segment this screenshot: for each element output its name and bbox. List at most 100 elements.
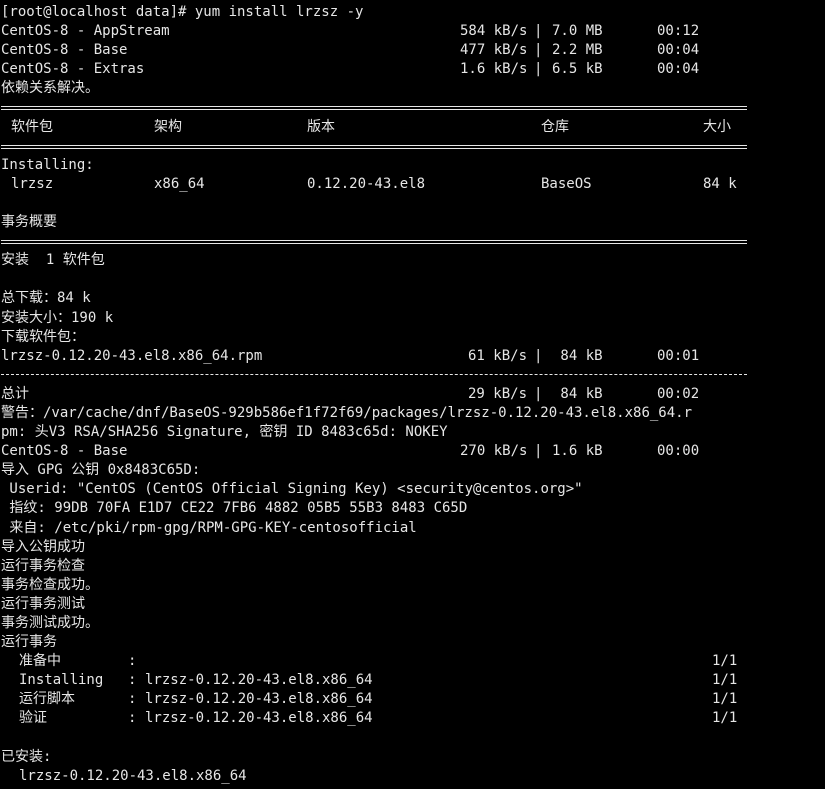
step-package: lrzsz-0.12.20-43.el8.x86_64 — [145, 672, 373, 689]
fingerprint-line: 指纹: 99DB 70FA E1D7 CE22 7FB6 4882 05B5 5… — [0, 499, 825, 518]
repo-speed: 584 kB/s — [460, 23, 528, 40]
total-row: 总计 29 kB/s | 84 kB 00:02 — [0, 385, 825, 404]
repo-name: CentOS-8 - Extras — [1, 61, 145, 78]
from-line: 来自: /etc/pki/rpm-gpg/RPM-GPG-KEY-centoso… — [0, 519, 825, 538]
total-label: 总计 — [1, 385, 29, 402]
package-row: lrzsz x86_64 0.12.20-43.el8 BaseOS 84 k — [0, 175, 825, 194]
package-repo: BaseOS — [541, 175, 592, 192]
step-progress: 1/1 — [712, 672, 738, 689]
gpg-import: 导入 GPG 公钥 0x8483C65D: — [1, 462, 201, 479]
step-package: lrzsz-0.12.20-43.el8.x86_64 — [145, 710, 373, 727]
status-text: 运行事务 — [1, 634, 57, 651]
deps-resolved-line: 依赖关系解决。 — [0, 79, 825, 98]
repo-size: 7.0 MB — [552, 23, 603, 40]
installed-package-line: lrzsz-0.12.20-43.el8.x86_64 — [0, 767, 825, 786]
table-header-row: 软件包 架构 版本 仓库 大小 — [0, 118, 825, 137]
header-package: 软件包 — [11, 118, 53, 135]
header-arch: 架构 — [154, 118, 182, 135]
fingerprint: 指纹: 99DB 70FA E1D7 CE22 7FB6 4882 05B5 5… — [1, 500, 468, 517]
step-row: 准备中 : 1/1 — [0, 652, 825, 671]
dashed-rule-line — [0, 366, 825, 385]
header-version: 版本 — [307, 118, 335, 135]
base-time: 00:00 — [657, 443, 700, 460]
transaction-summary: 事务概要 — [1, 214, 57, 231]
package-size: 84 k — [703, 175, 737, 192]
step-label: Installing — [19, 672, 104, 689]
total-time: 00:02 — [657, 385, 700, 402]
step-row: 运行脚本 : lrzsz-0.12.20-43.el8.x86_64 1/1 — [0, 690, 825, 709]
warning-line: 警告：/var/cache/dnf/BaseOS-929b586ef1f72f6… — [0, 404, 825, 423]
double-rule-line — [0, 98, 825, 117]
double-rule-line — [0, 137, 825, 156]
transaction-summary-line: 事务概要 — [0, 213, 825, 232]
step-label: 验证 — [19, 710, 47, 727]
total-speed: 29 kB/s — [468, 385, 528, 402]
warning-line: pm: 头V3 RSA/SHA256 Signature, 密钥 ID 8483… — [0, 423, 825, 442]
command-prompt-line: [root@localhost data]# yum install lrzsz… — [0, 3, 825, 22]
step-progress: 1/1 — [712, 691, 738, 708]
installed-size: 安装大小：190 k — [1, 309, 114, 326]
repo-time: 00:04 — [657, 42, 700, 59]
header-size: 大小 — [703, 118, 731, 135]
repo-size: 2.2 MB — [552, 42, 603, 59]
installed-size-line: 安装大小：190 k — [0, 309, 825, 328]
repo-separator: | — [534, 42, 543, 59]
installing-label: Installing: — [1, 156, 94, 173]
repo-name: CentOS-8 - AppStream — [1, 23, 170, 40]
step-progress: 1/1 — [712, 710, 738, 727]
status-text: 导入公钥成功 — [1, 538, 85, 555]
status-line: 事务检查成功。 — [0, 576, 825, 595]
base-separator: | — [534, 443, 543, 460]
gpg-import-line: 导入 GPG 公钥 0x8483C65D: — [0, 461, 825, 480]
step-label: 运行脚本 — [19, 691, 75, 708]
step-row: 验证 : lrzsz-0.12.20-43.el8.x86_64 1/1 — [0, 709, 825, 728]
downloading-packages: 下载软件包： — [1, 328, 85, 345]
repo-separator: | — [534, 61, 543, 78]
repo-row: CentOS-8 - Extras 1.6 kB/s | 6.5 kB 00:0… — [0, 60, 825, 79]
warning-text: pm: 头V3 RSA/SHA256 Signature, 密钥 ID 8483… — [1, 424, 448, 441]
installed-label-line: 已安装: — [0, 748, 825, 767]
install-count-line: 安装 1 软件包 — [0, 251, 825, 270]
deps-resolved-text: 依赖关系解决。 — [1, 80, 99, 97]
rpm-speed: 61 kB/s — [468, 347, 528, 364]
rpm-time: 00:01 — [657, 347, 700, 364]
step-progress: 1/1 — [712, 653, 738, 670]
double-rule — [1, 106, 747, 111]
repo-time: 00:12 — [657, 23, 700, 40]
installing-label-line: Installing: — [0, 156, 825, 175]
repo-size: 6.5 kB — [552, 61, 603, 78]
total-separator: | — [534, 385, 543, 402]
package-name: lrzsz — [11, 175, 54, 192]
install-count: 安装 1 软件包 — [1, 252, 105, 269]
repo-row: CentOS-8 - Base 477 kB/s | 2.2 MB 00:04 — [0, 41, 825, 60]
double-rule — [1, 240, 747, 245]
repo-separator: | — [534, 23, 543, 40]
step-row: Installing : lrzsz-0.12.20-43.el8.x86_64… — [0, 671, 825, 690]
repo-speed: 477 kB/s — [460, 42, 528, 59]
total-download-line: 总下载：84 k — [0, 289, 825, 308]
status-text: 事务检查成功。 — [1, 576, 99, 593]
rpm-download-row: lrzsz-0.12.20-43.el8.x86_64.rpm 61 kB/s … — [0, 347, 825, 366]
installed-label: 已安装: — [1, 748, 52, 765]
total-download: 总下载：84 k — [1, 290, 91, 307]
repo-row: CentOS-8 - AppStream 584 kB/s | 7.0 MB 0… — [0, 22, 825, 41]
status-line: 运行事务检查 — [0, 557, 825, 576]
double-rule — [1, 144, 747, 149]
userid-line: Userid: "CentOS (CentOS Official Signing… — [0, 480, 825, 499]
base-name: CentOS-8 - Base — [1, 443, 128, 460]
step-colon: : — [128, 710, 137, 727]
downloading-packages-line: 下载软件包： — [0, 328, 825, 347]
base-size: 1.6 kB — [552, 443, 603, 460]
repo-speed: 1.6 kB/s — [460, 61, 528, 78]
step-colon: : — [128, 691, 137, 708]
rpm-separator: | — [534, 347, 543, 364]
terminal-window[interactable]: [root@localhost data]# yum install lrzsz… — [0, 0, 825, 789]
package-arch: x86_64 — [154, 175, 205, 192]
header-repo: 仓库 — [541, 118, 569, 135]
repo-name: CentOS-8 - Base — [1, 42, 128, 59]
status-line: 导入公钥成功 — [0, 538, 825, 557]
key-source: 来自: /etc/pki/rpm-gpg/RPM-GPG-KEY-centoso… — [1, 519, 417, 536]
